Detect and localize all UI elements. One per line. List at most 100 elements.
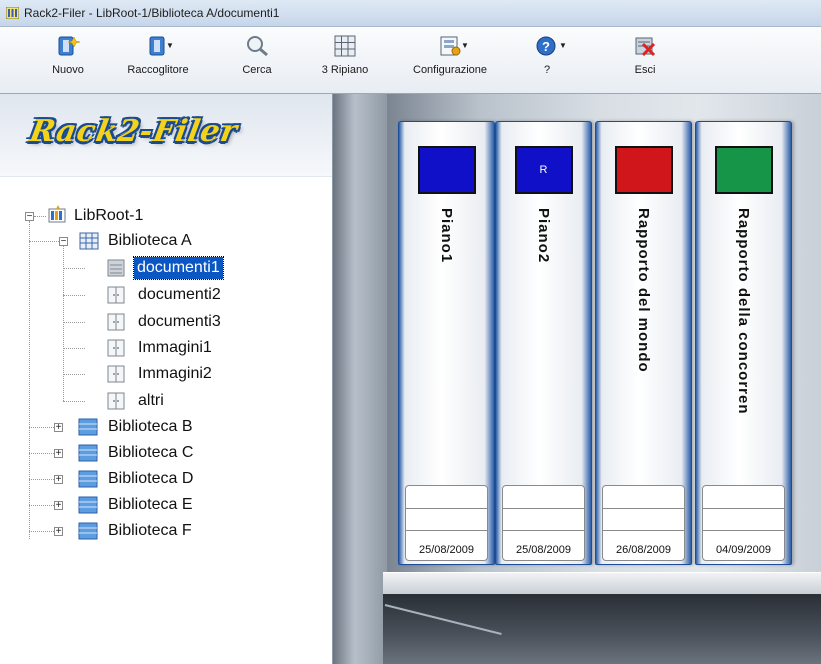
tree-label-cabinet: Immagini2 <box>138 365 212 382</box>
search-button[interactable]: Cerca <box>225 27 289 93</box>
svg-text:?: ? <box>542 39 550 54</box>
collapse-toggle-icon[interactable]: − <box>59 237 68 247</box>
binder-label-box: 25/08/2009 <box>502 485 585 561</box>
binder-title: Rapporto della concorren <box>735 208 752 415</box>
binder-button[interactable]: ▼ Raccoglitore <box>112 27 204 93</box>
search-icon <box>247 36 268 57</box>
cabinet-icon <box>107 392 125 410</box>
tree-label-cabinet: documenti3 <box>138 313 221 330</box>
tree-item-cabinet[interactable]: altri <box>0 390 300 412</box>
library-root-icon <box>48 205 66 223</box>
shelf-post <box>333 94 387 664</box>
tree-item-cabinet[interactable]: documenti1 <box>0 256 300 280</box>
binder-title: Piano2 <box>535 208 552 264</box>
library-icon <box>78 522 98 540</box>
configuration-button[interactable]: ▼ Configurazione <box>400 27 500 93</box>
binder-date: 04/09/2009 <box>715 544 772 556</box>
tree-item-cabinet[interactable]: documenti3 <box>0 311 300 333</box>
expand-toggle-icon[interactable]: + <box>54 475 63 485</box>
binder-date: 26/08/2009 <box>615 544 672 556</box>
binder-title: Rapporto del mondo <box>635 208 652 373</box>
tree-label-biblioteca-a: Biblioteca A <box>108 232 192 249</box>
tree-item-library[interactable]: + Biblioteca E <box>0 494 300 516</box>
tree-label-cabinet: altri <box>138 392 164 409</box>
configuration-icon <box>440 36 461 56</box>
binder[interactable]: Piano1 25/08/2009 <box>398 121 495 565</box>
tree-item-library[interactable]: + Biblioteca F <box>0 520 300 542</box>
tree-label-library: Biblioteca D <box>108 470 194 487</box>
toolbar-label-exit: Esci <box>634 64 656 76</box>
tree-item-library[interactable]: + Biblioteca D <box>0 468 300 490</box>
library-tree: − LibRoot-1 − Biblioteca A documenti1 do… <box>0 94 332 664</box>
binder-label-box: 04/09/2009 <box>702 485 785 561</box>
expand-toggle-icon[interactable]: + <box>54 501 63 511</box>
tree-item-libroot[interactable]: − LibRoot-1 <box>0 205 300 227</box>
shelf-board <box>383 572 821 596</box>
library-icon <box>78 444 98 462</box>
binder-color-label <box>614 146 673 194</box>
library-icon <box>78 470 98 488</box>
expand-toggle-icon[interactable]: + <box>54 527 63 537</box>
configuration-dropdown-arrow-icon: ▼ <box>461 41 469 50</box>
cabinet-icon <box>107 313 125 331</box>
toolbar-label-search: Cerca <box>242 64 272 76</box>
toolbar-label-help: ? <box>543 64 551 76</box>
binder-color-label <box>714 146 773 194</box>
binder[interactable]: R Piano2 25/08/2009 <box>495 121 592 565</box>
cabinet-icon <box>107 339 125 357</box>
collapse-toggle-icon[interactable]: − <box>25 212 34 222</box>
tree-label-library: Biblioteca B <box>108 418 193 435</box>
binder-dropdown-arrow-icon: ▼ <box>166 41 174 50</box>
tree-label-cabinet: Immagini1 <box>138 339 212 356</box>
new-binder-icon <box>58 36 80 56</box>
tree-label-libroot: LibRoot-1 <box>74 207 144 224</box>
help-button[interactable]: ? ▼ ? <box>522 27 572 93</box>
new-button[interactable]: Nuovo <box>38 27 98 93</box>
binder-date: 25/08/2009 <box>418 544 475 556</box>
tree-item-library[interactable]: + Biblioteca B <box>0 416 300 438</box>
library-open-icon <box>79 232 99 250</box>
binder-date: 25/08/2009 <box>515 544 572 556</box>
exit-button[interactable]: Esci <box>620 27 670 93</box>
tree-item-library[interactable]: + Biblioteca C <box>0 442 300 464</box>
library-icon <box>78 496 98 514</box>
library-icon <box>78 418 98 436</box>
shelf-shadow <box>383 594 821 664</box>
binder-label-box: 25/08/2009 <box>405 485 488 561</box>
exit-icon <box>635 37 656 57</box>
binder-color-label <box>417 146 476 194</box>
binder-shelf: Piano1 25/08/2009 R Piano2 25/08/2009 Ra… <box>333 94 821 664</box>
title-bar: Rack2-Filer - LibRoot-1/Biblioteca A/doc… <box>0 0 821 27</box>
tree-label-library: Biblioteca E <box>108 496 193 513</box>
tree-label-library: Biblioteca C <box>108 444 194 461</box>
toolbar-label-binder: Raccoglitore <box>127 64 189 76</box>
cabinet-icon <box>107 286 125 304</box>
tree-item-cabinet[interactable]: Immagini1 <box>0 337 300 359</box>
tree-label-cabinet-selected: documenti1 <box>133 256 224 280</box>
binder-label-box: 26/08/2009 <box>602 485 685 561</box>
expand-toggle-icon[interactable]: + <box>54 449 63 459</box>
toolbar-label-shelf: 3 Ripiano <box>321 64 369 76</box>
help-icon: ? <box>536 36 556 56</box>
window-title: Rack2-Filer - LibRoot-1/Biblioteca A/doc… <box>24 6 280 20</box>
cabinet-selected-icon <box>107 259 125 277</box>
tree-item-cabinet[interactable]: Immagini2 <box>0 363 300 385</box>
toolbar-label-new: Nuovo <box>52 64 84 76</box>
expand-toggle-icon[interactable]: + <box>54 423 63 433</box>
tree-item-biblioteca-a[interactable]: − Biblioteca A <box>0 230 300 252</box>
tree-item-cabinet[interactable]: documenti2 <box>0 284 300 306</box>
shelf-button[interactable]: 3 Ripiano <box>310 27 380 93</box>
rack-app-icon <box>6 7 19 19</box>
tree-label-library: Biblioteca F <box>108 522 192 539</box>
binder-color-label: R <box>514 146 573 194</box>
tree-label-cabinet: documenti2 <box>138 286 221 303</box>
binder-title: Piano1 <box>438 208 455 264</box>
shelf-grid-icon <box>334 35 356 57</box>
toolbar-label-configuration: Configurazione <box>413 64 487 76</box>
cabinet-icon <box>107 365 125 383</box>
binder[interactable]: Rapporto della concorren 04/09/2009 <box>695 121 792 565</box>
library-tree-pane: Rack2-Filer − LibRoot-1 − Biblioteca A d… <box>0 94 333 664</box>
toolbar: Nuovo ▼ Raccoglitore Cerca 3 Ripiano ▼ C… <box>0 27 821 94</box>
help-dropdown-arrow-icon: ▼ <box>559 41 567 50</box>
binder[interactable]: Rapporto del mondo 26/08/2009 <box>595 121 692 565</box>
